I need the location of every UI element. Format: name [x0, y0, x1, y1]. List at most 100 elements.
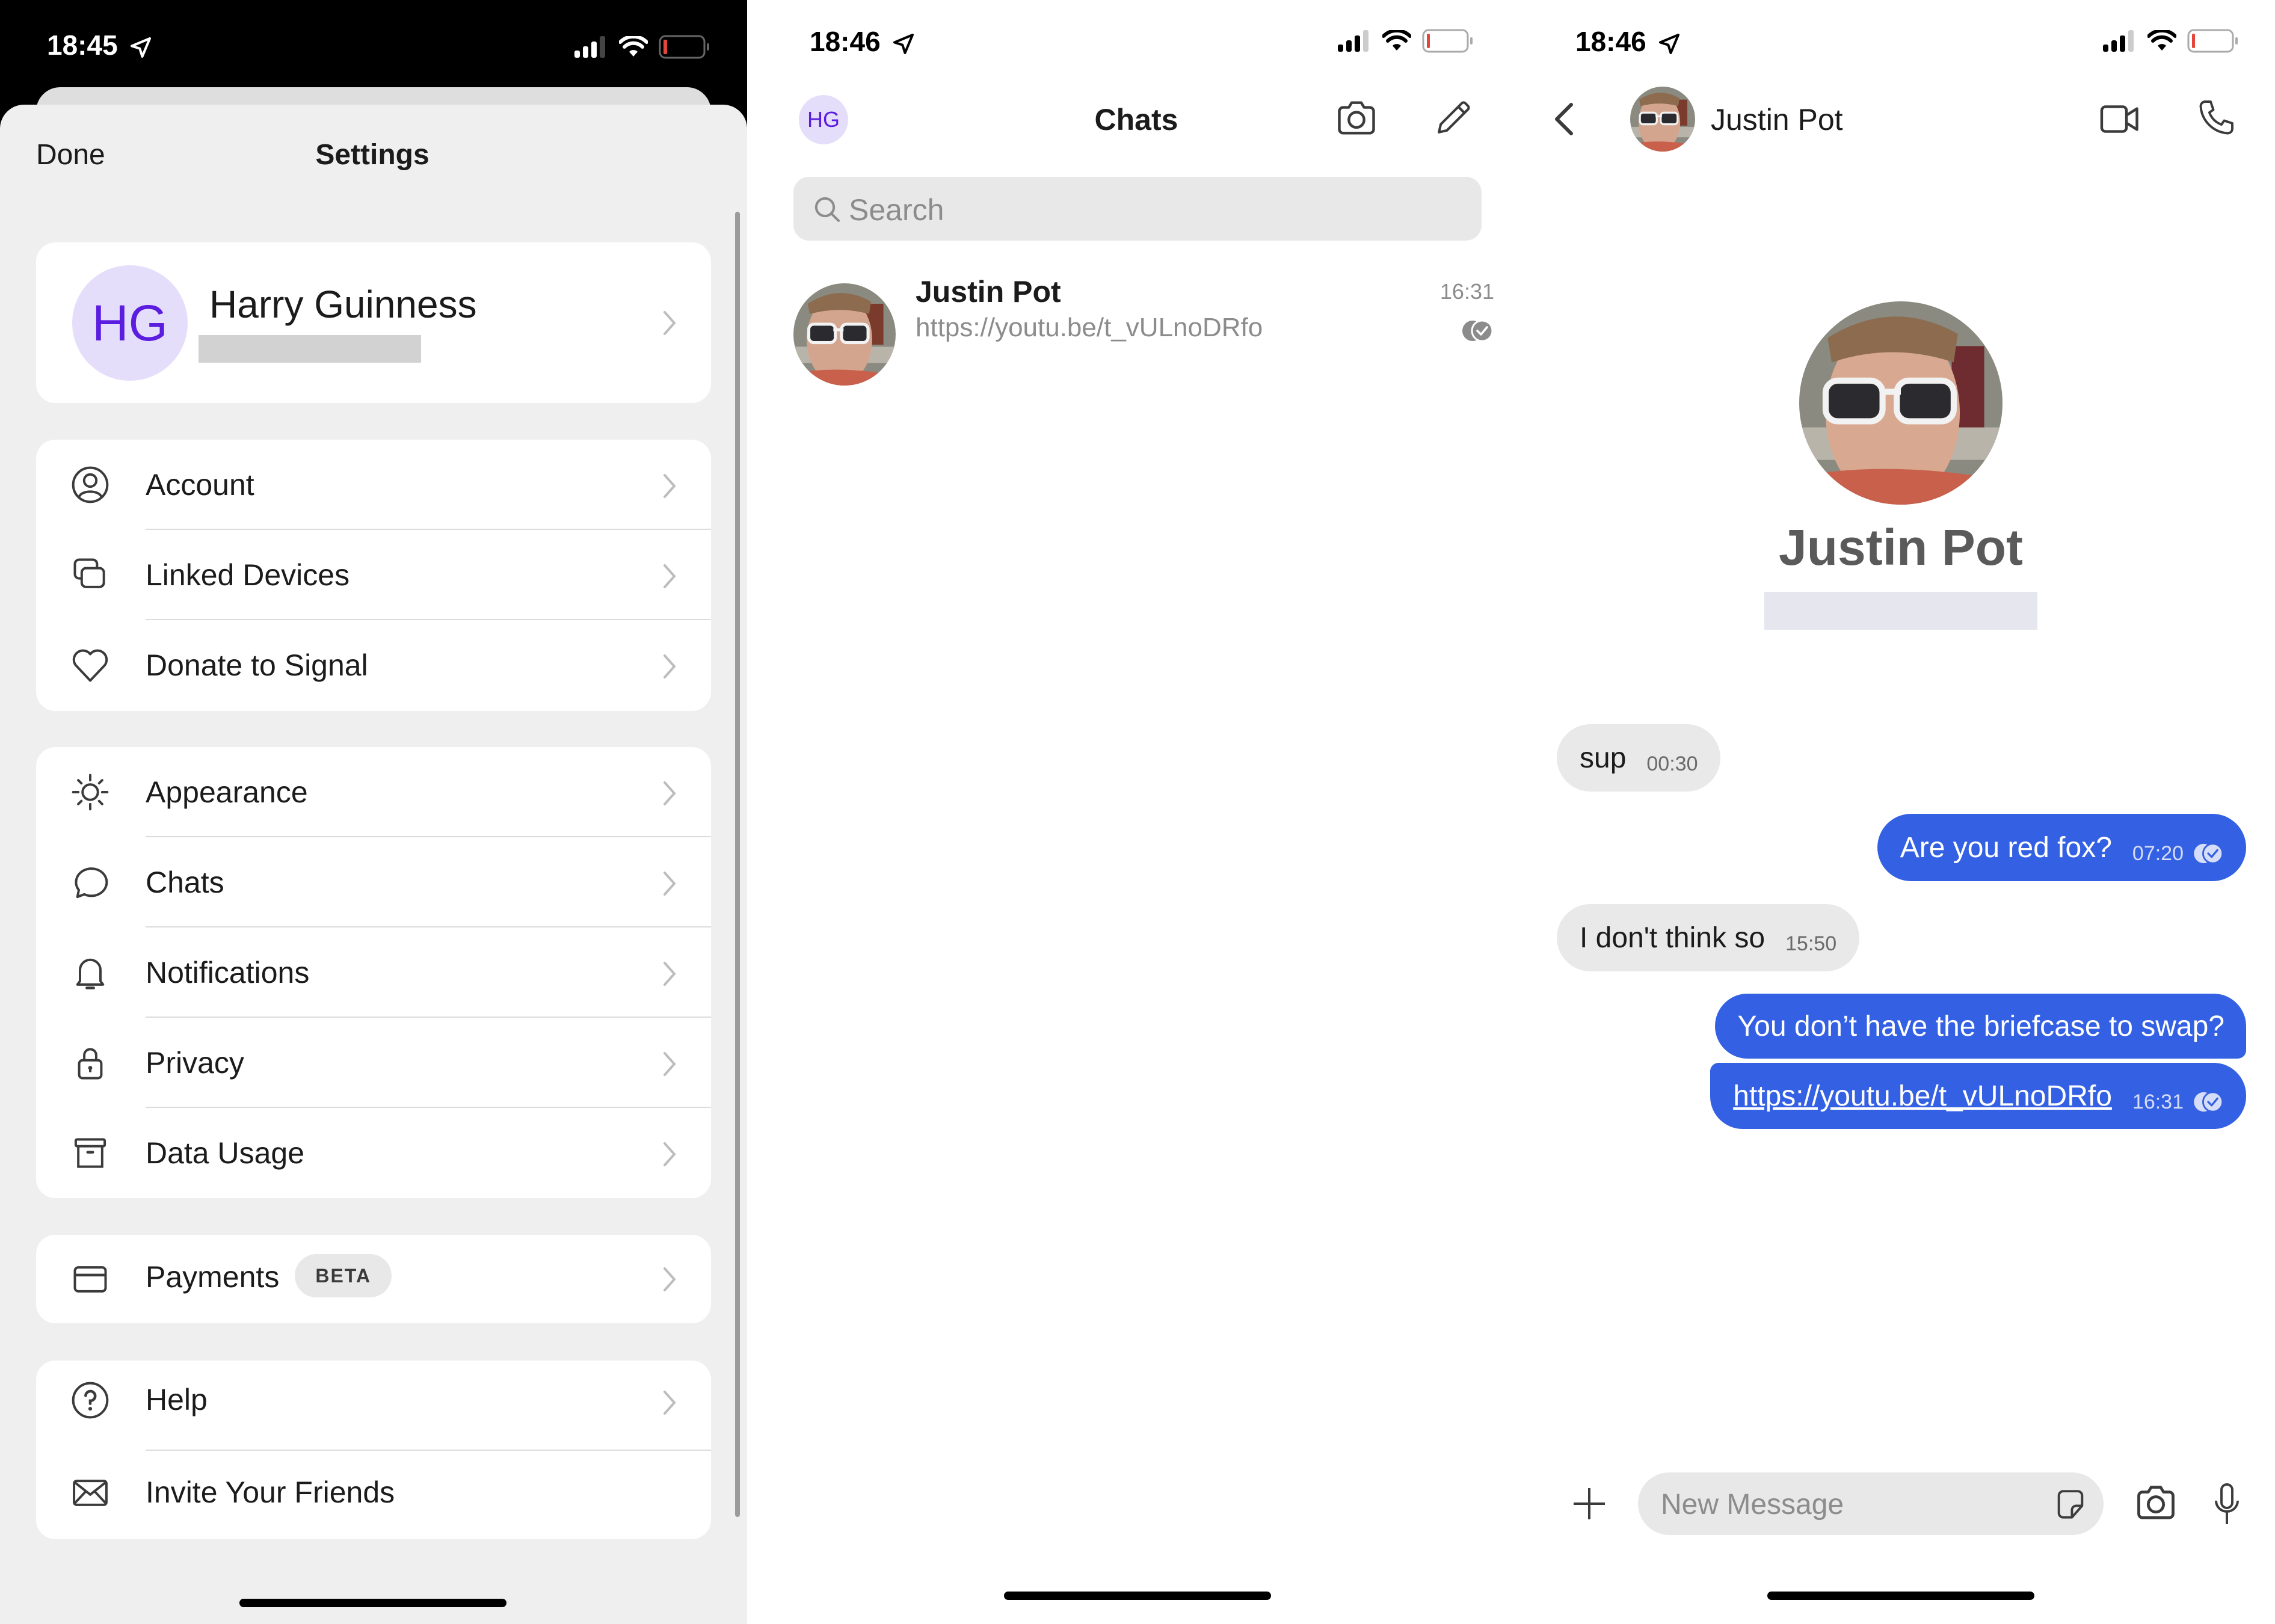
message-time: 00:30: [1646, 752, 1698, 775]
status-bar-icons: [2103, 29, 2239, 53]
settings-item-chats[interactable]: Chats: [36, 837, 711, 927]
redacted-phone-number: [199, 335, 421, 363]
conversation-screen: 18:46 Justin Pot Justin Pot sup 00:30 Ar…: [1516, 0, 2275, 1624]
chevron-right-icon: [663, 1391, 676, 1415]
envelope-icon: [73, 1480, 108, 1506]
chats-screen: 18:46 HG Chats Search Justin Pot https:/…: [747, 0, 1516, 1624]
message-text: You don’t have the briefcase to swap?: [1737, 1010, 2224, 1042]
settings-item-label: Privacy: [146, 1046, 244, 1080]
scrollbar[interactable]: [735, 212, 740, 1517]
account-icon: [72, 466, 109, 503]
settings-group-support: Help Invite Your Friends: [36, 1361, 711, 1539]
home-indicator[interactable]: [1004, 1592, 1271, 1600]
home-indicator[interactable]: [1767, 1592, 2034, 1600]
contact-photo: [1799, 301, 2003, 505]
credit-card-icon: [73, 1266, 107, 1293]
page-title: Chats: [1094, 103, 1178, 137]
message-outgoing-link[interactable]: https://youtu.be/t_vULnoDRfo 16:31: [1710, 1063, 2246, 1129]
settings-item-label: Linked Devices: [146, 558, 350, 592]
conversation-time: 16:31: [1439, 279, 1494, 304]
message-outgoing[interactable]: Are you red fox? 07:20: [1877, 814, 2246, 881]
wifi-icon: [619, 36, 648, 57]
chevron-right-icon: [663, 1052, 676, 1076]
message-time: 15:50: [1785, 932, 1837, 955]
settings-item-linked-devices[interactable]: Linked Devices: [36, 530, 711, 620]
contact-avatar[interactable]: [1630, 87, 1695, 152]
profile-name: Harry Guinness: [209, 283, 477, 326]
settings-item-help[interactable]: Help: [36, 1361, 711, 1451]
linked-devices-icon: [73, 558, 105, 588]
wifi-icon: [2147, 30, 2176, 51]
settings-item-label: Data Usage: [146, 1136, 305, 1170]
heart-icon: [72, 649, 108, 682]
settings-item-data-usage[interactable]: Data Usage: [36, 1108, 711, 1198]
read-receipt-icon: [2194, 1091, 2224, 1113]
settings-item-label: Account: [146, 468, 254, 502]
message-link[interactable]: https://youtu.be/t_vULnoDRfo: [1733, 1080, 2112, 1113]
settings-item-account[interactable]: Account: [36, 440, 711, 530]
plus-attach-icon[interactable]: [1571, 1486, 1607, 1522]
camera-icon[interactable]: [1334, 95, 1379, 141]
chevron-right-icon: [663, 654, 676, 678]
lock-icon: [78, 1048, 103, 1080]
settings-item-label: Chats: [146, 866, 224, 899]
settings-item-label: Notifications: [146, 956, 310, 989]
settings-item-invite-friends[interactable]: Invite Your Friends: [36, 1451, 711, 1541]
status-bar-icons: [574, 35, 710, 59]
status-bar-time: 18:46: [1575, 25, 1681, 58]
message-input[interactable]: New Message: [1638, 1472, 2104, 1535]
contact-profile-name: Justin Pot: [1778, 519, 2023, 576]
bell-icon: [76, 958, 105, 989]
page-title: Settings: [315, 139, 429, 171]
search-icon: [814, 197, 840, 223]
contact-avatar: [793, 283, 896, 386]
back-chevron-icon[interactable]: [1552, 101, 1576, 137]
conversation-name: Justin Pot: [916, 275, 1061, 309]
settings-group-payments: Payments BETA: [36, 1235, 711, 1323]
settings-item-donate[interactable]: Donate to Signal: [36, 620, 711, 710]
settings-item-notifications[interactable]: Notifications: [36, 927, 711, 1018]
signal-icon: [2103, 30, 2134, 52]
microphone-icon[interactable]: [2211, 1483, 2243, 1526]
sticker-icon[interactable]: [2053, 1487, 2088, 1522]
settings-group-preferences: Appearance Chats Notifications Privacy D…: [36, 747, 711, 1198]
profile-card[interactable]: HG Harry Guinness: [36, 242, 711, 403]
avatar: HG: [72, 265, 188, 381]
chevron-right-icon: [663, 311, 676, 335]
contact-name-header[interactable]: Justin Pot: [1711, 102, 1843, 137]
help-icon: [72, 1382, 109, 1419]
read-receipt-icon: [1462, 319, 1494, 342]
message-time: 16:31: [2132, 1090, 2184, 1113]
chevron-right-icon: [663, 474, 676, 498]
settings-item-privacy[interactable]: Privacy: [36, 1018, 711, 1108]
conversation-preview: https://youtu.be/t_vULnoDRfo: [916, 313, 1263, 342]
camera-icon[interactable]: [2133, 1480, 2179, 1525]
location-arrow-icon: [131, 37, 152, 58]
message-incoming[interactable]: sup 00:30: [1557, 724, 1721, 792]
signal-icon: [574, 36, 605, 58]
home-indicator[interactable]: [239, 1599, 506, 1607]
message-incoming[interactable]: I don't think so 15:50: [1557, 904, 1860, 971]
settings-item-appearance[interactable]: Appearance: [36, 747, 711, 837]
signal-icon: [1338, 30, 1368, 52]
chevron-right-icon: [663, 872, 676, 896]
video-call-icon[interactable]: [2097, 96, 2143, 142]
message-outgoing[interactable]: You don’t have the briefcase to swap?: [1714, 994, 2246, 1059]
search-input[interactable]: Search: [793, 177, 1482, 241]
battery-icon: [2187, 29, 2238, 53]
phone-call-icon[interactable]: [2194, 96, 2238, 140]
contact-photo: [1630, 87, 1695, 152]
conversation-list-item[interactable]: Justin Pot https://youtu.be/t_vULnoDRfo …: [783, 271, 1494, 397]
settings-item-label: Payments BETA: [146, 1254, 392, 1301]
message-input-placeholder: New Message: [1661, 1489, 1844, 1521]
location-arrow-icon: [1659, 33, 1680, 54]
settings-item-payments[interactable]: Payments BETA: [36, 1235, 711, 1323]
compose-pencil-icon[interactable]: [1433, 96, 1475, 138]
redacted-phone-number: [1764, 592, 2037, 630]
battery-icon: [659, 35, 709, 59]
chevron-right-icon: [663, 781, 676, 805]
contact-profile-photo[interactable]: [1799, 301, 2003, 505]
read-receipt-icon: [2194, 843, 2224, 864]
status-bar-time: 18:46: [810, 25, 916, 58]
message-text: Are you red fox?: [1900, 831, 2112, 864]
